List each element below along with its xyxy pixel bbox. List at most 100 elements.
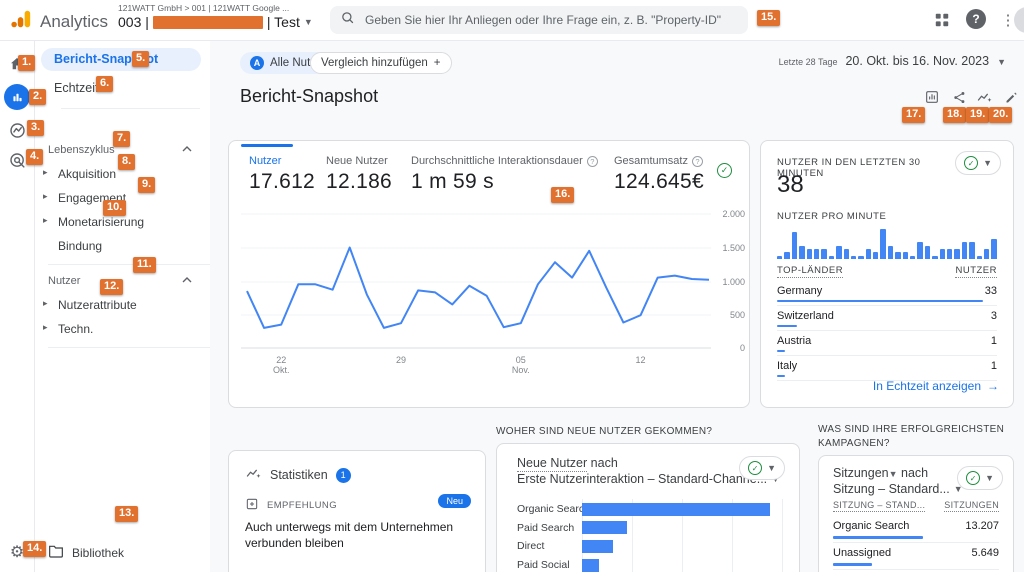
advertising-icon[interactable]	[7, 150, 27, 170]
svg-text:1.500: 1.500	[722, 243, 745, 253]
date-range-picker[interactable]: Letzte 28 Tage 20. Okt. bis 16. Nov. 202…	[779, 54, 1006, 68]
hbar	[582, 521, 627, 535]
expand-arrow-icon[interactable]: ▸	[43, 191, 48, 202]
new-badge: Neu	[438, 494, 471, 508]
minute-bar	[784, 252, 790, 259]
minute-bar	[983, 249, 990, 259]
minute-bar	[946, 249, 953, 259]
annotation-6: 6.	[96, 76, 114, 93]
analytics-logo-icon	[10, 8, 32, 35]
expand-arrow-icon[interactable]: ▸	[43, 167, 48, 178]
realtime-quality-dropdown[interactable]: ✓ ▼	[955, 151, 1001, 175]
plus-box-icon	[245, 497, 259, 514]
campaigns-quality-dropdown[interactable]: ✓ ▼	[957, 466, 1003, 490]
campaign-row: Unassigned 5.649	[833, 543, 999, 570]
expand-arrow-icon[interactable]: ▸	[43, 322, 48, 333]
country-users: 1	[990, 360, 997, 372]
new-users-quality-dropdown[interactable]: ✓ ▼	[739, 456, 785, 480]
diagnostics-grid-icon[interactable]	[932, 10, 952, 30]
reports-icon[interactable]	[4, 84, 30, 110]
help-icon[interactable]: ?	[966, 9, 986, 29]
expand-arrow-icon[interactable]: ▸	[43, 298, 48, 309]
search-input[interactable]	[363, 12, 738, 28]
minute-bar	[961, 242, 968, 259]
minute-bar	[777, 256, 783, 259]
page-title: Bericht-Snapshot	[240, 86, 379, 106]
minute-bar	[910, 256, 916, 259]
col-top-countries: TOP-LÄNDER	[777, 265, 844, 278]
country-name: Austria	[777, 335, 812, 347]
hbar-label: Paid Search	[517, 521, 575, 534]
metric-selector[interactable]: Sitzungen	[833, 466, 889, 480]
nav-item-library[interactable]: Bibliothek	[48, 544, 124, 561]
minute-bar	[836, 246, 842, 259]
edit-pencil-icon[interactable]	[1002, 88, 1020, 106]
customize-report-icon[interactable]	[923, 88, 941, 106]
annotation-20: 20.	[989, 107, 1013, 124]
property-selector[interactable]: 121WATT GmbH > 001 | 121WATT Google ... …	[118, 3, 313, 30]
svg-text:22: 22	[276, 355, 286, 365]
nav-item-nutzerattribute[interactable]: ▸ Nutzerattribute	[35, 293, 210, 317]
top-countries-table: Germany 33 Switzerland 3 Austria 1 Italy 1	[777, 281, 997, 381]
metric-selector[interactable]: Neue Nutzer	[517, 456, 588, 472]
annotation-10: 10.	[103, 200, 127, 217]
dimension-selector[interactable]: Sitzung – Standard... ▼	[833, 482, 963, 496]
annotation-18: 18.	[943, 107, 967, 124]
annotation-4: 4.	[26, 149, 44, 166]
svg-text:500: 500	[730, 310, 745, 320]
campaigns-card: Sitzungen▼ nach Sitzung – Standard... ▼ …	[818, 455, 1014, 572]
nav-item-report-snapshot[interactable]: Bericht-Snapshot	[41, 48, 201, 71]
kpi-trend-card: Nutzer 17.612 Neue Nutzer 12.186 Durchschnit…	[228, 140, 750, 408]
chevron-down-icon: ▼	[767, 463, 776, 473]
realtime-users-value: 38	[777, 171, 804, 198]
annotation-17: 17.	[902, 107, 926, 124]
users-per-minute-bar-chart	[777, 225, 999, 259]
campaign-bar	[833, 563, 872, 566]
nav-item-bindung[interactable]: Bindung	[35, 234, 210, 258]
search-bar[interactable]	[330, 6, 748, 34]
annotation-19: 19.	[966, 107, 990, 124]
explore-icon[interactable]	[7, 120, 27, 140]
minute-bar	[969, 242, 975, 259]
campaign-sessions: 13.207	[965, 520, 999, 532]
insights-header[interactable]: Statistiken 1	[245, 465, 351, 485]
add-comparison-chip[interactable]: Vergleich hinzufügen +	[310, 52, 452, 74]
users-trend-line-chart: 2.000 1.500 1.000 500 0 22Okt. 29 05Nov. 12	[241, 209, 745, 375]
minute-bar	[791, 232, 798, 259]
expand-arrow-icon[interactable]: ▸	[43, 215, 48, 226]
chevron-up-icon[interactable]	[182, 277, 192, 283]
nav-item-label: Bindung	[58, 239, 103, 253]
campaign-sessions: 5.649	[971, 547, 999, 559]
insights-icon[interactable]	[975, 88, 993, 106]
minute-bar	[828, 256, 835, 259]
minute-bar	[799, 246, 805, 259]
nav-item-techn[interactable]: ▸ Techn.	[35, 317, 210, 341]
col-users: NUTZER	[955, 265, 997, 278]
minute-bar	[932, 256, 938, 259]
new-users-card: Neue Nutzer nach Erste Nutzerinteraktion…	[496, 443, 800, 572]
minute-bar	[813, 249, 820, 259]
minute-bar	[939, 249, 945, 259]
view-realtime-link[interactable]: In Echtzeit anzeigen →	[873, 379, 999, 393]
nav-item-realtime[interactable]: Echtzeit	[41, 77, 201, 100]
users-per-minute-label: NUTZER PRO MINUTE	[777, 211, 887, 222]
nav-item-label: Monetarisierung	[58, 215, 145, 229]
recommendation-message[interactable]: Auch unterwegs mit dem Unternehmen verbu…	[245, 519, 471, 551]
chevron-up-icon[interactable]	[182, 146, 192, 152]
campaign-name: Organic Search	[833, 520, 910, 532]
share-icon[interactable]	[950, 88, 968, 106]
hbar-row: Paid Search	[517, 521, 787, 535]
nav-section-label: Nutzer	[48, 275, 81, 287]
minute-bar	[806, 249, 812, 259]
analytics-logo[interactable]: Analytics	[10, 8, 108, 35]
svg-text:1.000: 1.000	[722, 277, 745, 287]
redaction-block	[152, 15, 263, 29]
minute-bar	[880, 229, 886, 259]
hbar-label: Organic Search	[517, 503, 590, 515]
campaigns-table: Organic Search13.207Unassigned5.649Paid …	[833, 516, 999, 572]
annotation-12: 12.	[100, 279, 124, 296]
hbar	[582, 558, 599, 572]
country-row: Austria 1	[777, 331, 997, 356]
insights-count-badge: 1	[335, 467, 351, 483]
annotation-7: 7.	[113, 131, 131, 148]
